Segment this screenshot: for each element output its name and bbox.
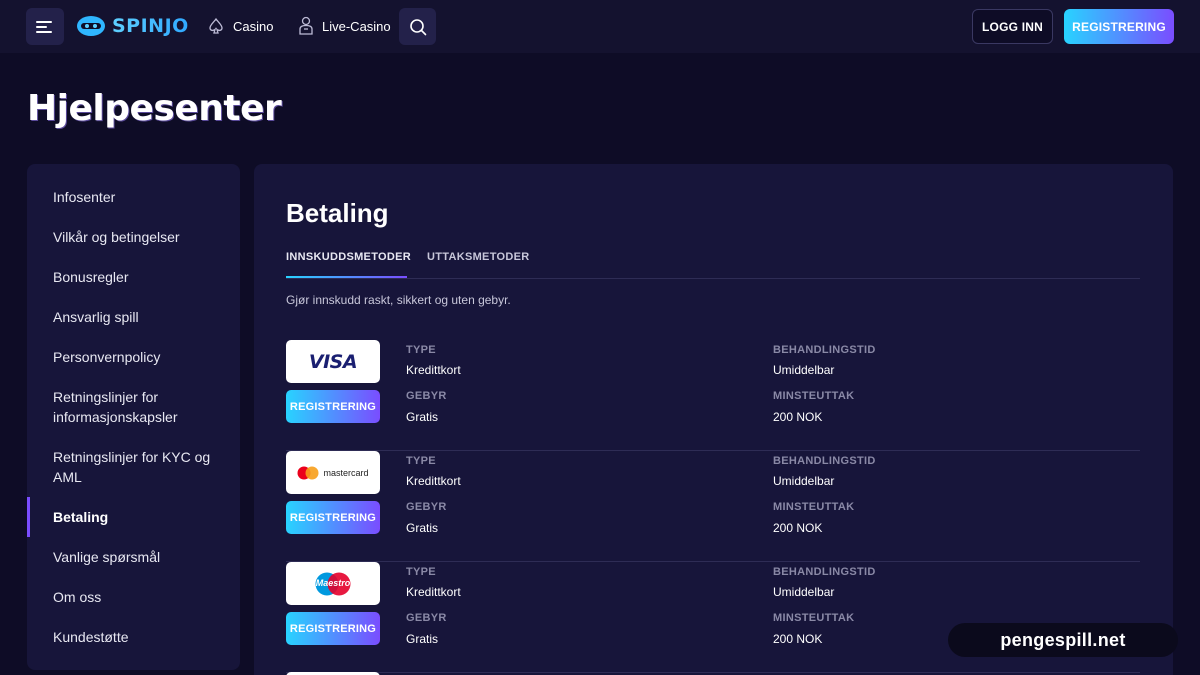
nav-casino-label: Casino (233, 18, 274, 34)
fee-label: GEBYR (406, 390, 447, 402)
sidebar-item-terms[interactable]: Vilkår og betingelser (53, 227, 233, 247)
min-label: MINSTEUTTAK (773, 390, 855, 402)
watermark: pengespill.net (948, 623, 1178, 657)
nav-casino[interactable]: Casino (207, 14, 273, 38)
fee-label: GEBYR (406, 612, 447, 624)
top-bar: SPINJO Casino Live-Casino LOGG INN REGIS… (0, 0, 1200, 53)
help-sidebar: Infosenter Vilkår og betingelser Bonusre… (27, 164, 240, 670)
section-title: Betaling (286, 198, 389, 228)
type-label: TYPE (406, 455, 436, 467)
row-divider (286, 672, 1140, 673)
min-value: 200 NOK (773, 521, 823, 535)
min-label: MINSTEUTTAK (773, 612, 855, 624)
register-method-button[interactable]: REGISTRERING (286, 501, 380, 534)
spade-icon (209, 17, 223, 34)
tab-withdrawal-methods[interactable]: UTTAKSMETODER (427, 251, 530, 263)
register-method-button[interactable]: REGISTRERING (286, 612, 380, 645)
processing-value: Umiddelbar (773, 363, 835, 377)
payment-method-row: mastercard REGISTRERING TYPE Kredittkort… (286, 451, 1140, 562)
sidebar-item-support[interactable]: Kundestøtte (53, 627, 233, 647)
processing-label: BEHANDLINGSTID (773, 566, 876, 578)
intro-text: Gjør innskudd raskt, sikkert og uten geb… (286, 293, 511, 307)
sidebar-item-infosenter[interactable]: Infosenter (53, 187, 233, 207)
type-label: TYPE (406, 344, 436, 356)
sidebar-item-cookies[interactable]: Retningslinjer for informasjonskapsler (53, 387, 233, 427)
logo[interactable]: SPINJO (76, 13, 189, 39)
nav-live-casino[interactable]: Live-Casino (298, 14, 391, 38)
sidebar-item-about[interactable]: Om oss (53, 587, 233, 607)
payment-method-row: VISA REGISTRERING TYPE Kredittkort GEBYR… (286, 340, 1140, 451)
register-button[interactable]: REGISTRERING (1064, 9, 1174, 44)
search-icon (409, 18, 426, 35)
type-value: Kredittkort (406, 474, 461, 488)
dealer-icon (299, 16, 313, 35)
type-value: Kredittkort (406, 585, 461, 599)
fee-label: GEBYR (406, 501, 447, 513)
hamburger-icon (36, 20, 52, 33)
maestro-circles-icon: Maestro (314, 572, 352, 596)
payment-panel: Betaling INNSKUDDSMETODER UTTAKSMETODER … (254, 164, 1173, 675)
mastercard-circles-icon (297, 466, 319, 479)
maestro-logo: Maestro (286, 562, 380, 605)
sidebar-item-bonus-rules[interactable]: Bonusregler (53, 267, 233, 287)
active-indicator (27, 497, 30, 537)
type-label: TYPE (406, 566, 436, 578)
min-label: MINSTEUTTAK (773, 501, 855, 513)
login-button[interactable]: LOGG INN (972, 9, 1053, 44)
page-title: Hjelpesenter (27, 88, 282, 129)
register-method-button[interactable]: REGISTRERING (286, 390, 380, 423)
logo-text: SPINJO (112, 15, 189, 37)
mastercard-logo-text: mastercard (323, 467, 369, 478)
mastercard-logo: mastercard (286, 451, 380, 494)
logo-mascot-icon (77, 16, 105, 36)
min-value: 200 NOK (773, 632, 823, 646)
sidebar-item-payment[interactable]: Betaling (53, 507, 233, 527)
fee-value: Gratis (406, 632, 439, 646)
processing-label: BEHANDLINGSTID (773, 455, 876, 467)
search-button[interactable] (399, 8, 436, 45)
type-value: Kredittkort (406, 363, 461, 377)
fee-value: Gratis (406, 521, 439, 535)
processing-value: Umiddelbar (773, 585, 835, 599)
sidebar-item-responsible-gaming[interactable]: Ansvarlig spill (53, 307, 233, 327)
processing-value: Umiddelbar (773, 474, 835, 488)
menu-button[interactable] (26, 8, 64, 45)
tabs-divider (286, 278, 1140, 279)
nav-live-casino-label: Live-Casino (322, 18, 391, 34)
processing-label: BEHANDLINGSTID (773, 344, 876, 356)
maestro-logo-text: Maestro (315, 577, 351, 588)
sidebar-item-faq[interactable]: Vanlige spørsmål (53, 547, 233, 567)
active-tab-underline (286, 276, 407, 278)
visa-logo: VISA (286, 340, 380, 383)
sidebar-item-privacy[interactable]: Personvernpolicy (53, 347, 233, 367)
sidebar-item-kyc-aml[interactable]: Retningslinjer for KYC og AML (53, 447, 233, 487)
min-value: 200 NOK (773, 410, 823, 424)
tab-deposit-methods[interactable]: INNSKUDDSMETODER (286, 251, 411, 263)
fee-value: Gratis (406, 410, 439, 424)
visa-logo-text: VISA (308, 350, 358, 373)
